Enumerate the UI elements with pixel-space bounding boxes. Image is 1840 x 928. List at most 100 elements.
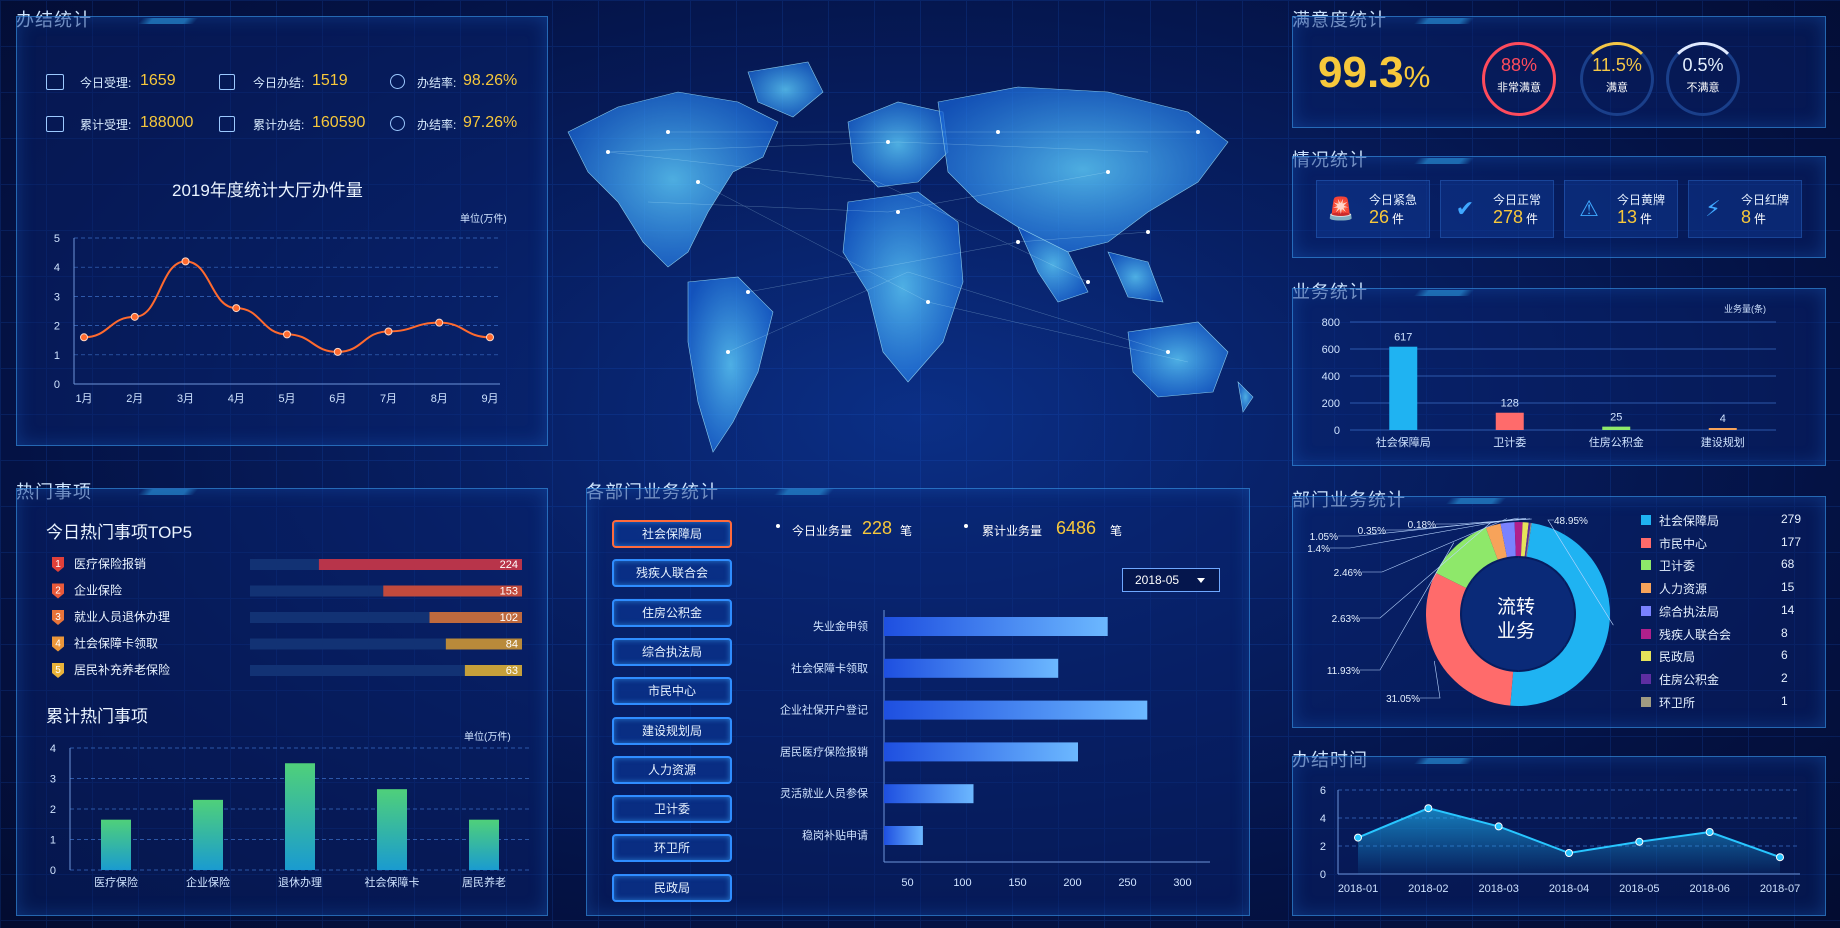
y-tick-label: 4 bbox=[1320, 813, 1326, 825]
y-tick-label: 4 bbox=[50, 743, 56, 755]
bar bbox=[1708, 428, 1737, 430]
slice-label: 11.93% bbox=[1327, 666, 1360, 677]
dept-button[interactable]: 建设规划局 bbox=[612, 716, 732, 745]
clock-icon bbox=[390, 74, 405, 89]
x-tick-label: 250 bbox=[1118, 877, 1136, 889]
status-value: 26 件 bbox=[1369, 207, 1405, 227]
dept-button[interactable]: 残疾人联合会 bbox=[612, 559, 732, 588]
dept-button[interactable]: 社会保障局 bbox=[612, 520, 732, 548]
status-unit: 件 bbox=[1640, 212, 1653, 226]
dept-button[interactable]: 民政局 bbox=[612, 873, 732, 902]
legend-value: 177 bbox=[1781, 534, 1802, 549]
bar bbox=[285, 763, 315, 870]
bar-value-label: 84 bbox=[506, 639, 518, 651]
stat-label: 今日受理: bbox=[80, 76, 132, 90]
y-tick-label: 2 bbox=[54, 321, 60, 333]
y-tick-label: 600 bbox=[1322, 344, 1340, 356]
legend-swatch bbox=[1641, 673, 1651, 684]
x-tick-label: 2018-02 bbox=[1408, 883, 1448, 895]
bar-value-label: 4 bbox=[1720, 413, 1726, 425]
y-tick-label: 6 bbox=[1320, 785, 1326, 797]
x-tick-label: 住房公积金 bbox=[1589, 435, 1644, 449]
stat-label: 今日办结: bbox=[253, 76, 305, 90]
rank-number: 1 bbox=[55, 559, 61, 570]
document-check-icon bbox=[219, 116, 235, 132]
slice-label: 2.63% bbox=[1332, 614, 1360, 625]
legend-label: 人力资源 bbox=[1659, 582, 1708, 597]
status-label: 今日正常 bbox=[1493, 193, 1542, 207]
date-select[interactable]: 2018-05 bbox=[1122, 568, 1220, 592]
legend-swatch bbox=[1641, 696, 1651, 707]
data-point bbox=[1705, 828, 1714, 836]
legend-swatch bbox=[1641, 628, 1651, 639]
legend-value: 14 bbox=[1781, 602, 1795, 617]
x-tick-label: 7月 bbox=[380, 393, 397, 405]
slice-label: 0.35% bbox=[1358, 526, 1386, 537]
chevron-down-icon bbox=[1197, 578, 1205, 583]
x-tick-label: 2018-05 bbox=[1619, 883, 1659, 895]
y-tick-label: 2 bbox=[50, 804, 56, 816]
bar-value-label: 63 bbox=[506, 665, 518, 677]
ring-value: 88% bbox=[1500, 55, 1538, 75]
bar-value-label: 25 bbox=[1610, 412, 1622, 424]
bar bbox=[884, 742, 1078, 762]
y-tick-label: 1 bbox=[54, 350, 60, 362]
data-point bbox=[1635, 837, 1644, 846]
legend-label: 市民中心 bbox=[1659, 536, 1708, 551]
slice-label: 48.95% bbox=[1554, 516, 1588, 527]
data-point bbox=[1565, 849, 1573, 857]
rank-number: 4 bbox=[55, 639, 61, 650]
x-tick-label: 3月 bbox=[177, 393, 194, 405]
hot-item-label: 企业保险 bbox=[74, 583, 122, 598]
y-tick-label: 1 bbox=[50, 835, 56, 847]
legend-swatch bbox=[1641, 515, 1651, 525]
status-cell: 🚨 今日紧急 26 件 bbox=[1316, 180, 1430, 238]
bar-value-label: 224 bbox=[500, 559, 518, 571]
x-tick-label: 4月 bbox=[228, 393, 245, 405]
ring-label: 非常满意 bbox=[1497, 82, 1541, 94]
legend-label: 残疾人联合会 bbox=[1659, 627, 1732, 642]
stat-value: 1519 bbox=[312, 72, 348, 89]
bar bbox=[884, 784, 974, 804]
hot-item-label: 就业人员退休办理 bbox=[74, 609, 170, 624]
dept-button[interactable]: 综合执法局 bbox=[612, 637, 732, 666]
data-point bbox=[1776, 853, 1784, 862]
hot-top5-chart: 1 医疗保险报销 224 2 企业保险 153 3 就业人员退休办理 102 4 社会保障卡领取 84… bbox=[52, 556, 522, 678]
status-cell: ✔ 今日正常 278 件 bbox=[1440, 180, 1554, 238]
alarm-icon: 🚨 bbox=[1327, 196, 1355, 221]
bar-value-label: 128 bbox=[1501, 398, 1519, 410]
y-tick-label: 3 bbox=[50, 774, 56, 786]
bar-value-label: 102 bbox=[500, 612, 518, 624]
data-point bbox=[333, 347, 342, 356]
legend-label: 环卫所 bbox=[1659, 695, 1696, 710]
dept-button[interactable]: 卫计委 bbox=[612, 795, 732, 824]
data-point bbox=[384, 327, 393, 336]
stat-value: 160590 bbox=[312, 114, 366, 131]
x-tick-label: 建设规划 bbox=[1701, 435, 1745, 449]
bar bbox=[377, 789, 407, 870]
dept-button[interactable]: 环卫所 bbox=[612, 834, 732, 863]
x-tick-label: 200 bbox=[1063, 877, 1081, 889]
dept-button[interactable]: 人力资源 bbox=[612, 755, 732, 784]
total-volume-label: 累计业务量 bbox=[982, 524, 1043, 538]
legend-value: 68 bbox=[1781, 557, 1795, 572]
x-tick-label: 150 bbox=[1008, 877, 1026, 889]
dept-business-chart: 50 100 150 200 250 300 失业金申领社会保障卡领取企业社保开户登记居民医… bbox=[780, 610, 1210, 889]
y-tick-label: 居民医疗保险报销 bbox=[780, 744, 868, 758]
y-tick-label: 企业社保开户登记 bbox=[780, 703, 868, 717]
dept-button[interactable]: 住房公积金 bbox=[612, 598, 732, 627]
x-tick-label: 2018-01 bbox=[1338, 883, 1378, 895]
bullet-icon bbox=[964, 524, 968, 528]
data-point bbox=[1424, 804, 1433, 813]
y-tick-label: 3 bbox=[54, 291, 60, 303]
label-leader-line bbox=[1420, 660, 1441, 699]
status-label: 今日紧急 bbox=[1369, 193, 1418, 207]
today-volume-value: 228 bbox=[862, 518, 893, 538]
dept-button[interactable]: 市民中心 bbox=[612, 677, 732, 706]
data-point bbox=[486, 333, 494, 342]
satisfaction-ring: 88% 非常满意 bbox=[1482, 42, 1556, 116]
x-tick-label: 2018-06 bbox=[1689, 883, 1729, 895]
legend-value: 8 bbox=[1781, 625, 1788, 640]
satisfaction-big: 99.3% bbox=[1318, 48, 1430, 98]
legend-label: 社会保障局 bbox=[1659, 514, 1720, 528]
